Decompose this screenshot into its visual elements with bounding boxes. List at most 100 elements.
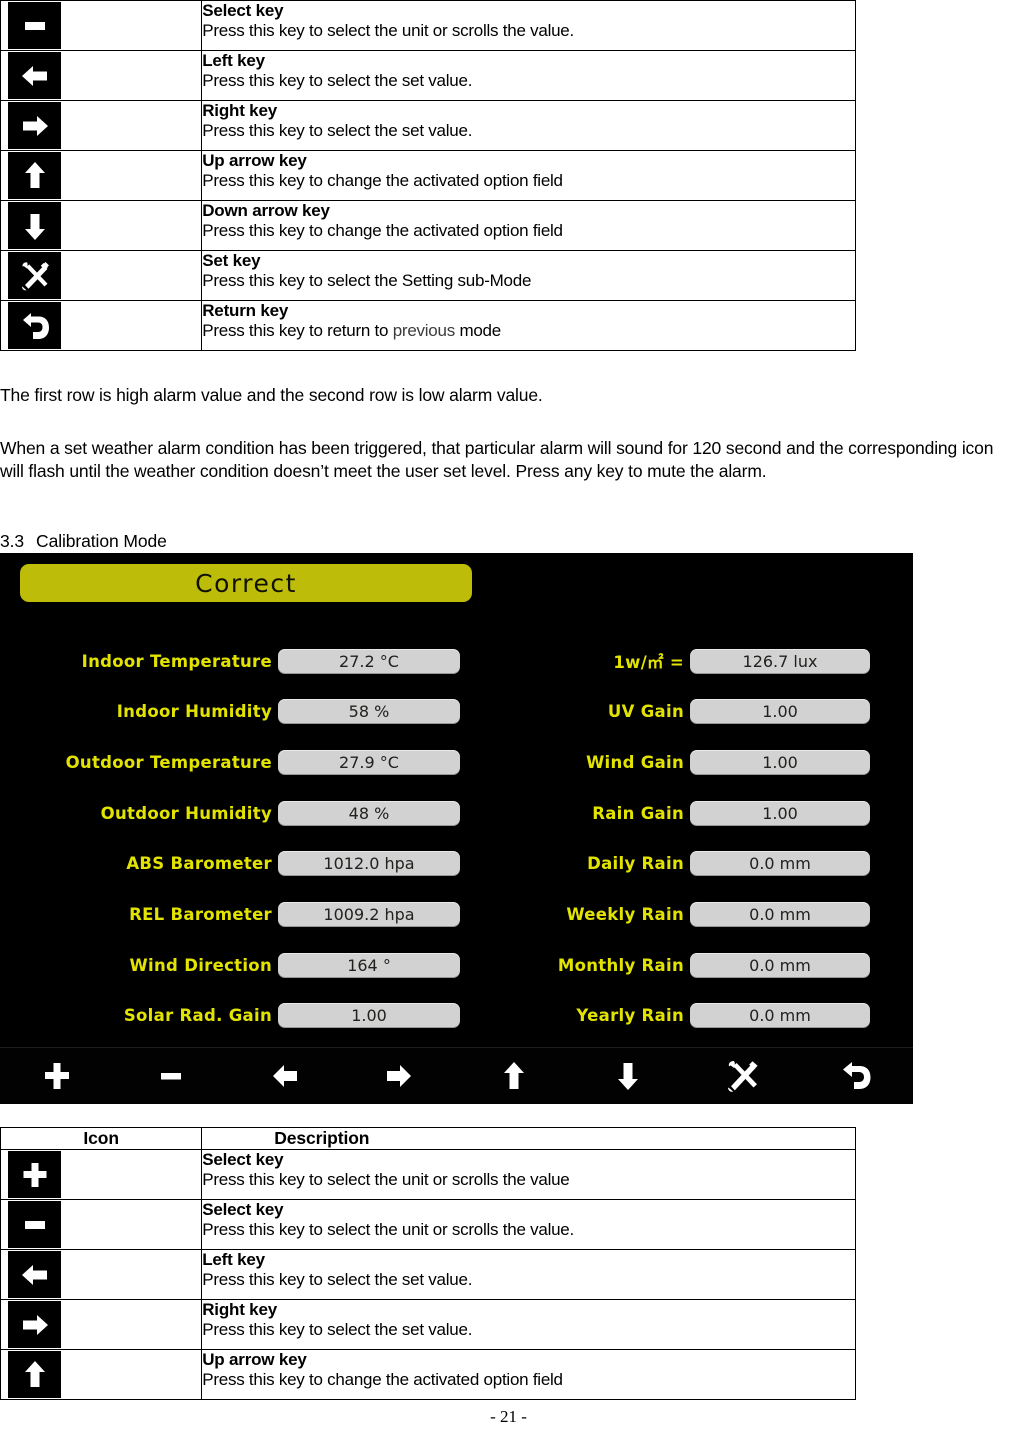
key-title: Set key <box>202 251 261 270</box>
key-description: Press this key to return to previous mod… <box>202 321 855 341</box>
list-item: REL Barometer 1009.2 hpa <box>0 901 460 927</box>
paragraph-alarm-rows: The first row is high alarm value and th… <box>0 385 543 405</box>
field-label: Solar Rad. Gain <box>123 1006 272 1026</box>
table-row: Up arrow key Press this key to change th… <box>0 1349 856 1400</box>
minus-key-icon <box>8 1201 61 1248</box>
list-item: Indoor Temperature 27.2 °C <box>0 648 460 674</box>
key-title: Left key <box>202 1250 265 1269</box>
description-cell: Select key Press this key to select the … <box>201 0 856 51</box>
field-value[interactable]: 1.00 <box>690 749 870 775</box>
description-cell: Set key Press this key to select the Set… <box>201 250 856 301</box>
field-value[interactable]: 126.7 lux <box>690 648 870 674</box>
plus-key-icon <box>8 1151 61 1198</box>
icon-cell <box>0 250 203 301</box>
field-value[interactable]: 1012.0 hpa <box>278 851 460 877</box>
left-arrow-key-icon[interactable] <box>228 1060 342 1092</box>
field-label: Wind Direction <box>129 955 272 975</box>
lcd-key-bar <box>0 1047 913 1104</box>
field-value[interactable]: 164 ° <box>278 952 460 978</box>
list-item: Wind Gain 1.00 <box>500 749 875 775</box>
description-cell: Select key Press this key to select the … <box>201 1149 856 1200</box>
column-header-description: Description <box>201 1127 856 1150</box>
minus-key-icon[interactable] <box>114 1060 228 1092</box>
table-row: Select key Press this key to select the … <box>0 1199 856 1250</box>
field-label: Weekly Rain <box>566 904 684 924</box>
description-cell: Left key Press this key to select the se… <box>201 50 856 101</box>
key-description: Press this key to change the activated o… <box>202 220 563 240</box>
key-description-table-bottom: Icon Description Select key Press this k… <box>0 1127 856 1400</box>
field-value[interactable]: 27.9 °C <box>278 749 460 775</box>
up-arrow-key-icon[interactable] <box>457 1059 571 1093</box>
down-arrow-key-icon[interactable] <box>571 1059 685 1093</box>
field-value[interactable]: 0.0 mm <box>690 1003 870 1029</box>
field-value[interactable]: 58 % <box>278 699 460 725</box>
key-description: Press this key to change the activated o… <box>202 1369 563 1389</box>
right-arrow-key-icon[interactable] <box>342 1060 456 1092</box>
key-description: Press this key to select the unit or scr… <box>202 20 574 40</box>
field-label: Wind Gain <box>586 752 684 772</box>
field-label: Yearly Rain <box>576 1006 684 1026</box>
list-item: Outdoor Temperature 27.9 °C <box>0 749 460 775</box>
description-cell: Right key Press this key to select the s… <box>201 100 856 151</box>
field-label: Indoor Temperature <box>81 651 272 671</box>
key-title: Select key <box>202 1200 284 1219</box>
left-arrow-key-icon <box>8 52 61 99</box>
field-value[interactable]: 1.00 <box>690 699 870 725</box>
key-description: Press this key to select the unit or scr… <box>202 1169 570 1189</box>
list-item: Solar Rad. Gain 1.00 <box>0 1003 460 1029</box>
icon-cell <box>0 200 203 251</box>
table-row: Set key Press this key to select the Set… <box>0 250 856 301</box>
down-arrow-key-icon <box>8 202 61 249</box>
set-tools-key-icon[interactable] <box>685 1058 799 1094</box>
right-arrow-key-icon <box>8 1301 61 1348</box>
calibration-right-column: 1w/㎡ = 126.7 lux UV Gain 1.00 Wind Gain … <box>500 648 875 1054</box>
field-value[interactable]: 0.0 mm <box>690 952 870 978</box>
table-row: Return key Press this key to return to p… <box>0 300 856 351</box>
key-title: Left key <box>202 51 265 70</box>
icon-cell <box>0 1199 203 1250</box>
key-title: Select key <box>202 1 284 20</box>
right-arrow-key-icon <box>8 102 61 149</box>
key-title: Up arrow key <box>202 1350 307 1369</box>
key-description: Press this key to select the set value. <box>202 1319 473 1339</box>
field-value[interactable]: 1.00 <box>278 1003 460 1029</box>
key-title: Return key <box>202 301 289 320</box>
description-cell: Return key Press this key to return to p… <box>201 300 856 351</box>
correct-banner-label: Correct <box>195 568 297 598</box>
table-row: Right key Press this key to select the s… <box>0 1299 856 1350</box>
field-value[interactable]: 27.2 °C <box>278 648 460 674</box>
icon-cell <box>0 0 203 51</box>
list-item: Indoor Humidity 58 % <box>0 699 460 725</box>
icon-cell <box>0 50 203 101</box>
return-key-icon[interactable] <box>799 1058 913 1094</box>
key-title: Right key <box>202 1300 277 1319</box>
up-arrow-key-icon <box>8 152 61 199</box>
field-value[interactable]: 1009.2 hpa <box>278 901 460 927</box>
section-title: Calibration Mode <box>36 531 167 551</box>
page-number: - 21 - <box>490 1407 527 1426</box>
table-row: Left key Press this key to select the se… <box>0 50 856 101</box>
table-header-row: Icon Description <box>0 1127 856 1150</box>
field-label: Outdoor Humidity <box>100 803 272 823</box>
field-label: Indoor Humidity <box>116 702 272 722</box>
field-label: REL Barometer <box>129 904 272 924</box>
field-value[interactable]: 0.0 mm <box>690 901 870 927</box>
list-item: 1w/㎡ = 126.7 lux <box>500 648 875 674</box>
field-label: Daily Rain <box>587 854 684 874</box>
key-title: Right key <box>202 101 277 120</box>
description-cell: Down arrow key Press this key to change … <box>201 200 856 251</box>
key-description-table-top: Select key Press this key to select the … <box>0 0 856 351</box>
minus-key-icon <box>8 2 61 49</box>
key-description: Press this key to select the set value. <box>202 1269 473 1289</box>
icon-cell <box>0 150 203 201</box>
calibration-left-column: Indoor Temperature 27.2 °C Indoor Humidi… <box>0 648 460 1054</box>
plus-key-icon[interactable] <box>0 1060 114 1092</box>
icon-cell <box>0 100 203 151</box>
field-value[interactable]: 1.00 <box>690 800 870 826</box>
field-label: 1w/㎡ = <box>613 653 684 672</box>
description-cell: Left key Press this key to select the se… <box>201 1249 856 1300</box>
field-value[interactable]: 0.0 mm <box>690 851 870 877</box>
key-description: Press this key to select the unit or scr… <box>202 1219 574 1239</box>
field-value[interactable]: 48 % <box>278 800 460 826</box>
key-title: Up arrow key <box>202 151 307 170</box>
